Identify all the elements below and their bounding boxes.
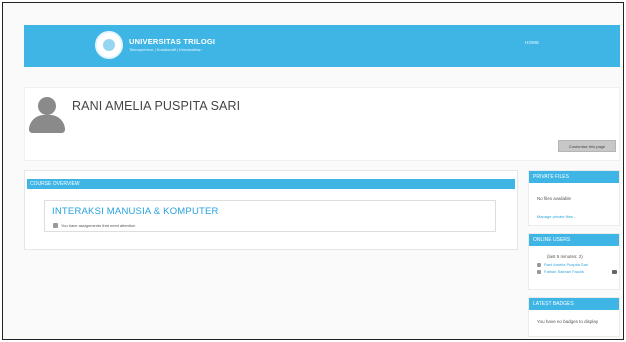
message-icon[interactable]: [612, 270, 617, 274]
avatar-head-icon: [38, 97, 56, 115]
avatar: [29, 97, 65, 133]
course-overview-panel: COURSE OVERVIEW INTERAKSI MANUSIA & KOMP…: [24, 170, 518, 250]
assignment-notice-text: You have assignments that need attention: [61, 223, 136, 228]
browser-frame: UNIVERSITAS TRILOGI Teknopreneur | Kolab…: [2, 2, 624, 340]
private-files-block: PRIVATE FILES No files available Manage …: [528, 170, 620, 226]
brand-name[interactable]: UNIVERSITAS TRILOGI: [129, 37, 215, 46]
latest-badges-header: LATEST BADGES: [529, 298, 619, 310]
user-icon: [537, 262, 541, 267]
assignment-notice[interactable]: You have assignments that need attention: [53, 223, 135, 228]
online-user-name[interactable]: Rani Amelia Puspita Sari: [544, 262, 588, 267]
private-files-empty: No files available: [537, 196, 572, 201]
customize-page-button[interactable]: Customise this page: [558, 140, 616, 152]
online-users-header: ONLINE USERS: [529, 234, 619, 246]
profile-header: RANI AMELIA PUSPITA SARI Customise this …: [24, 87, 620, 161]
latest-badges-empty: You have no badges to display: [537, 319, 599, 324]
top-navbar: UNIVERSITAS TRILOGI Teknopreneur | Kolab…: [24, 25, 620, 67]
brand-tagline: Teknopreneur | Kolaboratif | Kemandirian: [129, 47, 202, 52]
manage-private-files-link[interactable]: Manage private files...: [537, 214, 576, 219]
online-user-item[interactable]: Fathan Salman Fauzik: [537, 269, 584, 274]
private-files-header: PRIVATE FILES: [529, 171, 619, 183]
online-users-block: ONLINE USERS (last 5 minutes: 2) Rani Am…: [528, 233, 620, 290]
user-icon: [537, 269, 541, 274]
course-card: INTERAKSI MANUSIA & KOMPUTER You have as…: [44, 200, 496, 232]
course-title-link[interactable]: INTERAKSI MANUSIA & KOMPUTER: [52, 206, 219, 217]
online-user-item[interactable]: Rani Amelia Puspita Sari: [537, 262, 588, 267]
course-overview-header: COURSE OVERVIEW: [27, 179, 515, 189]
online-user-name[interactable]: Fathan Salman Fauzik: [544, 269, 584, 274]
latest-badges-block: LATEST BADGES You have no badges to disp…: [528, 297, 620, 337]
assignment-icon: [53, 223, 58, 228]
university-logo-icon[interactable]: [95, 31, 123, 59]
profile-name: RANI AMELIA PUSPITA SARI: [72, 99, 241, 113]
avatar-body-icon: [29, 115, 65, 133]
online-users-timeframe: (last 5 minutes: 2): [547, 254, 583, 259]
home-link[interactable]: HOME: [525, 40, 539, 45]
